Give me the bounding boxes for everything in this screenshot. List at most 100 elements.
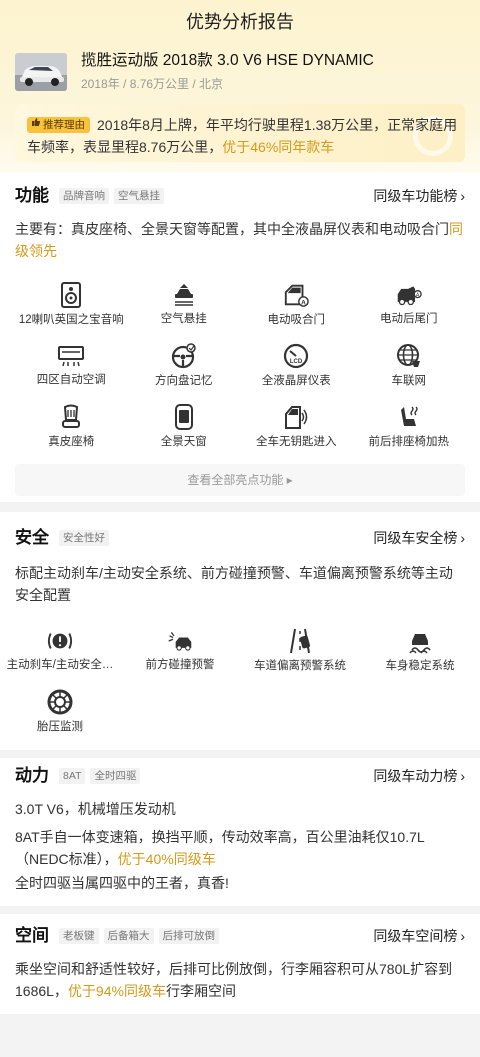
feature-item[interactable]: A 电动后尾门 — [353, 282, 466, 326]
air-suspension-icon — [171, 282, 197, 307]
power-drive: 全时四驱当属四驱中的王者，真香! — [15, 875, 229, 891]
feature-label: 车道偏离预警系统 — [254, 660, 346, 672]
safety-tags: 安全性好 — [59, 530, 109, 546]
feature-item[interactable]: A 电动吸合门 — [240, 282, 353, 326]
function-header: 功能 品牌音响 空气悬挂 同级车功能榜 › — [15, 184, 465, 208]
tag: 品牌音响 — [59, 188, 109, 204]
tag: 老板键 — [59, 928, 99, 944]
feature-item[interactable]: 前方碰撞预警 — [120, 628, 240, 672]
power-title: 动力 — [15, 766, 49, 785]
feature-item[interactable]: 全车无钥匙进入 — [240, 404, 353, 448]
safety-header: 安全 安全性好 同级车安全榜 › — [15, 526, 465, 550]
safety-card: 安全 安全性好 同级车安全榜 › 标配主动刹车/主动安全系统、前方碰撞预警、车道偏… — [0, 512, 480, 750]
keyless-entry-icon — [283, 404, 309, 430]
tag: 安全性好 — [59, 530, 109, 546]
feature-label: 主动刹车/主动安全… — [6, 659, 114, 672]
collision-warning-icon — [167, 628, 193, 653]
page-title: 优势分析报告 — [186, 12, 294, 32]
car-summary: 揽胜运动版 2018款 3.0 V6 HSE DYNAMIC 2018年 / 8… — [15, 51, 465, 95]
power-rank-label: 同级车动力榜 — [373, 768, 458, 784]
feature-label: 方向盘记忆 — [155, 375, 213, 387]
function-desc: 主要有：真皮座椅、全景天窗等配置，其中全液晶屏仪表和电动吸合门同级领先 — [15, 218, 465, 262]
car-name: 揽胜运动版 2018款 3.0 V6 HSE DYNAMIC — [81, 52, 374, 69]
feature-label: 全车无钥匙进入 — [256, 436, 337, 448]
feature-label: 全液晶屏仪表 — [261, 375, 331, 387]
safety-feature-grid: 主动刹车/主动安全… 前方碰撞预警 车道偏离预警系统 车身稳定系统 胎压监测 — [0, 628, 480, 733]
reason-highlight: 优于46%同年款车 — [222, 139, 335, 155]
reason-text: 2018年8月上牌，年平均行驶里程1.38万公里，正常家庭用车频率，表显里程8.… — [27, 114, 459, 158]
feature-item[interactable]: 胎压监测 — [0, 689, 120, 733]
leather-seat-icon — [58, 404, 84, 430]
space-tags: 老板键 后备箱大 后排可放倒 — [59, 928, 219, 944]
power-engine: 3.0T V6，机械增压发动机 — [15, 801, 176, 817]
safety-rank-label: 同级车安全榜 — [373, 530, 458, 546]
safety-rank-link[interactable]: 同级车安全榜 › — [373, 526, 465, 550]
thumbs-up-icon — [31, 117, 41, 133]
tag: 后排可放倒 — [158, 928, 219, 944]
feature-item[interactable]: 真皮座椅 — [15, 404, 128, 448]
feature-item[interactable]: 车身稳定系统 — [360, 628, 480, 672]
power-header: 动力 8AT 全时四驱 同级车动力榜 › — [15, 764, 465, 788]
function-rank-link[interactable]: 同级车功能榜 › — [373, 184, 465, 208]
car-thumbnail[interactable] — [15, 53, 67, 91]
feature-label: 空气悬挂 — [160, 313, 207, 326]
car-meta: 2018年 / 8.76万公里 / 北京 — [81, 77, 224, 91]
feature-label: 前方碰撞预警 — [145, 659, 215, 672]
feature-label: 真皮座椅 — [48, 436, 95, 448]
reason-badge-label: 推荐理由 — [43, 119, 85, 131]
space-card: 空间 老板键 后备箱大 后排可放倒 同级车空间榜 › 乘坐空间和舒适性较好，后排可… — [0, 914, 480, 1014]
space-desc: 乘坐空间和舒适性较好，后排可比例放倒，行李厢容积可从780L扩容到1686L，优… — [15, 958, 465, 1002]
space-rank-label: 同级车空间榜 — [373, 928, 458, 944]
feature-label: 12喇叭英国之宝音响 — [18, 314, 124, 326]
feature-item[interactable]: LCD 全液晶屏仪表 — [240, 343, 353, 387]
feature-item[interactable]: 方向盘记忆 — [128, 343, 241, 387]
chevron-right-icon: › — [460, 188, 465, 204]
recommend-reason: 2018年8月上牌，年平均行驶里程1.38万公里，正常家庭用车频率，表显里程8.… — [15, 104, 465, 162]
function-card: 功能 品牌音响 空气悬挂 同级车功能榜 › 主要有：真皮座椅、全景天窗等配置，其中… — [0, 172, 480, 502]
view-all-features-button[interactable]: 查看全部亮点功能 ▸ — [15, 464, 465, 496]
tire-pressure-icon — [47, 689, 73, 715]
chevron-right-icon: › — [460, 530, 465, 546]
feature-item[interactable]: 12喇叭英国之宝音响 — [15, 282, 128, 326]
lcd-dashboard-icon: LCD — [283, 343, 309, 369]
lane-departure-icon — [287, 628, 313, 654]
feature-label: 车联网 — [391, 375, 427, 387]
climate-control-icon — [58, 343, 85, 368]
space-header: 空间 老板键 后备箱大 后排可放倒 同级车空间榜 › — [15, 924, 465, 948]
speaker-icon — [58, 282, 84, 308]
feature-item[interactable]: 主动刹车/主动安全… — [0, 628, 120, 672]
feature-item[interactable]: 四区自动空调 — [15, 343, 128, 387]
tag: 全时四驱 — [90, 768, 141, 784]
feature-label: 全景天窗 — [160, 436, 207, 448]
feature-label: 电动吸合门 — [267, 314, 326, 326]
brake-warning-icon — [47, 628, 73, 653]
power-tailgate-icon: A — [396, 282, 422, 307]
safety-title: 安全 — [15, 528, 49, 547]
function-tags: 品牌音响 空气悬挂 — [59, 188, 164, 204]
function-title: 功能 — [15, 186, 49, 205]
power-card: 动力 8AT 全时四驱 同级车动力榜 › 3.0T V6，机械增压发动机 8AT手… — [0, 758, 480, 906]
svg-text:A: A — [301, 299, 306, 306]
power-transmission-text: 8AT手自一体变速箱，换挡平顺，传动效率高，百公里油耗仅10.7L（NEDC标准… — [15, 829, 425, 867]
globe-icon — [396, 343, 422, 369]
sunroof-icon — [171, 404, 197, 430]
chevron-right-icon: › — [460, 928, 465, 944]
feature-label: 车身稳定系统 — [385, 660, 455, 672]
feature-item[interactable]: 车联网 — [353, 343, 466, 387]
space-desc-tail: 行李厢空间 — [165, 983, 236, 999]
feature-item[interactable]: 空气悬挂 — [128, 282, 241, 326]
space-title: 空间 — [15, 926, 49, 945]
feature-item[interactable]: 全景天窗 — [128, 404, 241, 448]
feature-item[interactable]: 车道偏离预警系统 — [240, 628, 360, 672]
feature-item[interactable]: 前后排座椅加热 — [353, 404, 466, 448]
function-feature-grid: 12喇叭英国之宝音响 空气悬挂 A 电动吸合门 A 电动后尾门 四区自动空调 方… — [15, 282, 465, 448]
tag: 后备箱大 — [103, 928, 154, 944]
function-rank-label: 同级车功能榜 — [373, 188, 458, 204]
space-rank-link[interactable]: 同级车空间榜 › — [373, 924, 465, 948]
feature-label: 胎压监测 — [37, 721, 83, 733]
space-highlight: 优于94%同级车 — [67, 983, 166, 999]
power-rank-link[interactable]: 同级车动力榜 › — [373, 764, 465, 788]
power-tags: 8AT 全时四驱 — [59, 768, 141, 784]
tag: 空气悬挂 — [114, 188, 164, 204]
power-highlight: 优于40%同级车 — [117, 851, 216, 867]
